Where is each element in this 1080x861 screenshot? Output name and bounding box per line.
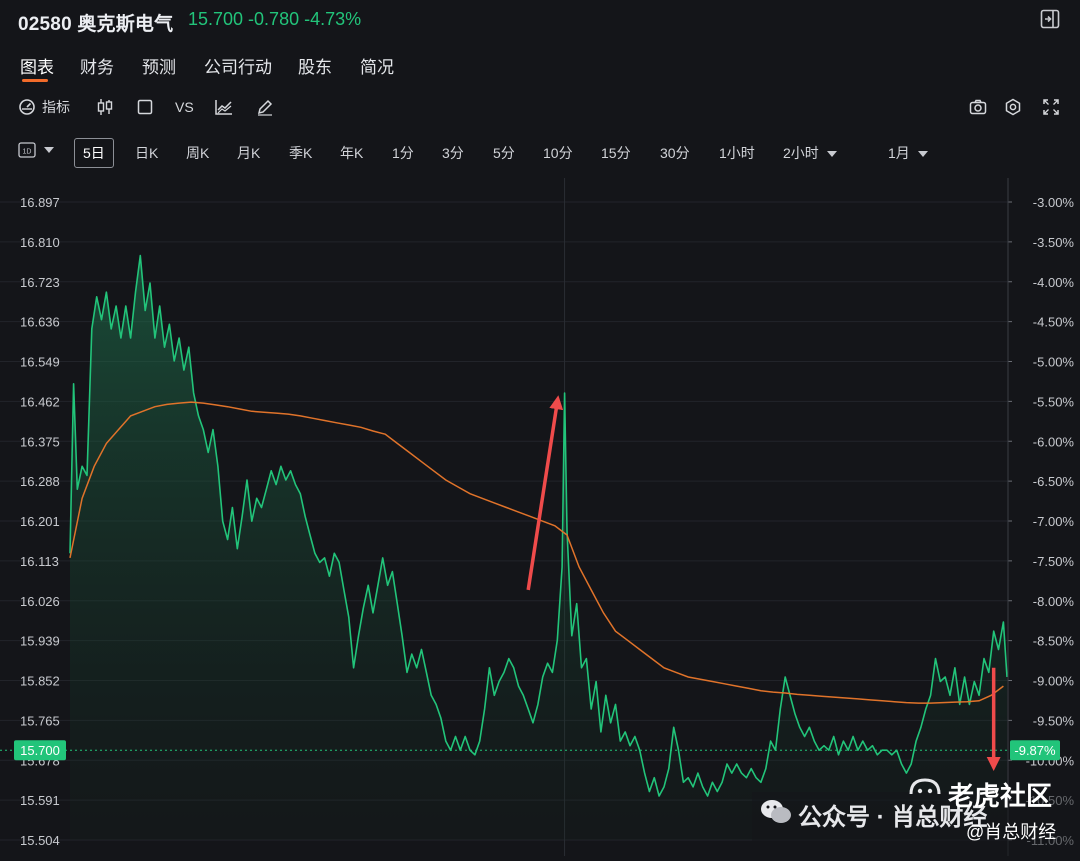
y-tick-label-right: -7.00% xyxy=(1033,514,1075,529)
y-tick-label-left: 16.201 xyxy=(20,514,60,529)
brand-watermark: 老虎社区 xyxy=(948,781,1053,811)
chevron-down-icon xyxy=(826,151,837,158)
y-tick-label-right: -3.50% xyxy=(1033,235,1075,250)
y-tick-label-left: 16.897 xyxy=(20,195,60,210)
y-tick-label-left: 16.288 xyxy=(20,474,60,489)
period-5min[interactable]: 5分 xyxy=(493,143,515,163)
y-tick-label-left: 16.549 xyxy=(20,355,60,370)
y-tick-label-right: -7.50% xyxy=(1033,554,1075,569)
gauge-icon xyxy=(18,98,36,116)
chevron-down-icon xyxy=(44,147,54,154)
pencil-icon[interactable] xyxy=(256,96,274,118)
chart-canvas: 16.897 -3.00% 16.810 -3.50% 16.723 -4.00% 16.6… xyxy=(0,178,1075,856)
handle-watermark: @肖总财经 xyxy=(966,822,1057,842)
y-tick-label-left: 16.723 xyxy=(20,275,60,290)
vs-label: VS xyxy=(175,99,194,115)
y-tick-label-left: 15.939 xyxy=(20,634,60,649)
y-tick-label-left: 15.504 xyxy=(20,833,60,848)
gear-icon[interactable] xyxy=(1004,96,1022,118)
y-tick-label-right: -4.00% xyxy=(1033,275,1075,290)
square-icon[interactable] xyxy=(136,96,154,118)
period-2hour-label: 2小时 xyxy=(783,145,819,161)
tiger-logo-icon xyxy=(907,774,943,809)
period-season-k[interactable]: 季K xyxy=(289,143,312,163)
y-tick-label-right: -6.50% xyxy=(1033,474,1075,489)
period-mode-dropdown[interactable]: 1D xyxy=(18,141,54,159)
period-2hour-dropdown[interactable]: 2小时 xyxy=(783,143,837,163)
price-area xyxy=(70,255,1007,841)
tab-shareholders[interactable]: 股东 xyxy=(298,53,332,78)
tab-chart[interactable]: 图表 xyxy=(20,53,54,78)
exit-fullscreen-icon[interactable] xyxy=(1040,9,1060,29)
period-10min[interactable]: 10分 xyxy=(543,143,573,163)
y-tick-label-left: 15.591 xyxy=(20,793,60,808)
current-price-label: 15.700 xyxy=(20,743,60,758)
camera-icon[interactable] xyxy=(969,96,987,118)
y-tick-label-left: 15.765 xyxy=(20,713,60,728)
y-tick-label-left: 16.636 xyxy=(20,315,60,330)
period-year-k[interactable]: 年K xyxy=(340,143,363,163)
y-tick-label-right: -4.50% xyxy=(1033,315,1075,330)
compare-button[interactable]: VS xyxy=(175,96,194,118)
period-range-label: 1月 xyxy=(888,145,910,161)
y-tick-label-left: 16.113 xyxy=(20,554,59,569)
y-tick-label-left: 16.462 xyxy=(20,394,60,409)
active-tab-indicator xyxy=(22,79,48,82)
quote-header: 02580 奥克斯电气 15.700 -0.780 -4.73% xyxy=(0,0,1080,40)
price-chart[interactable]: 16.897 -3.00% 16.810 -3.50% 16.723 -4.00% 16.6… xyxy=(0,178,1080,856)
tab-forecast[interactable]: 预测 xyxy=(142,53,176,78)
period-5d[interactable]: 5日 xyxy=(74,138,114,168)
indicator-button[interactable]: 指标 xyxy=(18,96,70,118)
period-week-k[interactable]: 周K xyxy=(186,143,209,163)
wechat-icon xyxy=(760,798,792,831)
period-1hour[interactable]: 1小时 xyxy=(719,143,755,163)
price-change: 15.700 -0.780 -4.73% xyxy=(188,9,362,29)
candlestick-icon[interactable] xyxy=(96,96,114,118)
y-tick-label-right: -5.00% xyxy=(1033,355,1075,370)
tab-financials[interactable]: 财务 xyxy=(80,53,114,78)
chevron-down-icon xyxy=(917,151,928,158)
compare-icon[interactable] xyxy=(214,96,234,118)
y-tick-label-left: 15.852 xyxy=(20,674,60,689)
y-tick-label-right: -9.50% xyxy=(1033,713,1075,728)
period-1min[interactable]: 1分 xyxy=(392,143,414,163)
period-30min[interactable]: 30分 xyxy=(660,143,690,163)
period-3min[interactable]: 3分 xyxy=(442,143,464,163)
y-tick-label-right: -9.00% xyxy=(1033,674,1075,689)
tab-profile[interactable]: 简况 xyxy=(360,53,394,78)
stock-title: 02580 奥克斯电气 xyxy=(18,14,174,35)
main-tabs: 图表 财务 预测 公司行动 股东 简况 xyxy=(0,44,1080,84)
y-tick-label-left: 16.026 xyxy=(20,594,60,609)
y-tick-label-left: 16.375 xyxy=(20,434,60,449)
arrow-up-annotation xyxy=(526,395,564,591)
period-day-k[interactable]: 日K xyxy=(135,143,158,163)
expand-icon[interactable] xyxy=(1042,96,1060,118)
current-pct-label: -9.87% xyxy=(1014,743,1056,758)
y-tick-label-right: -8.50% xyxy=(1033,634,1075,649)
y-tick-label-left: 16.810 xyxy=(20,235,60,250)
period-selector: 1D 5日 日K 周K 月K 季K 年K 1分 3分 5分 10分 15分 30… xyxy=(0,136,1080,168)
period-month-k[interactable]: 月K xyxy=(237,143,260,163)
y-tick-label-right: -5.50% xyxy=(1033,394,1075,409)
svg-text:1D: 1D xyxy=(23,149,32,156)
period-15min[interactable]: 15分 xyxy=(601,143,631,163)
indicator-label: 指标 xyxy=(42,99,70,115)
tab-corporate-actions[interactable]: 公司行动 xyxy=(204,53,272,78)
period-range-dropdown[interactable]: 1月 xyxy=(888,143,928,163)
chart-toolbar: 指标 VS xyxy=(0,92,1080,122)
y-tick-label-right: -6.00% xyxy=(1033,434,1075,449)
y-tick-label-right: -3.00% xyxy=(1033,195,1075,210)
y-tick-label-right: -8.00% xyxy=(1033,594,1075,609)
